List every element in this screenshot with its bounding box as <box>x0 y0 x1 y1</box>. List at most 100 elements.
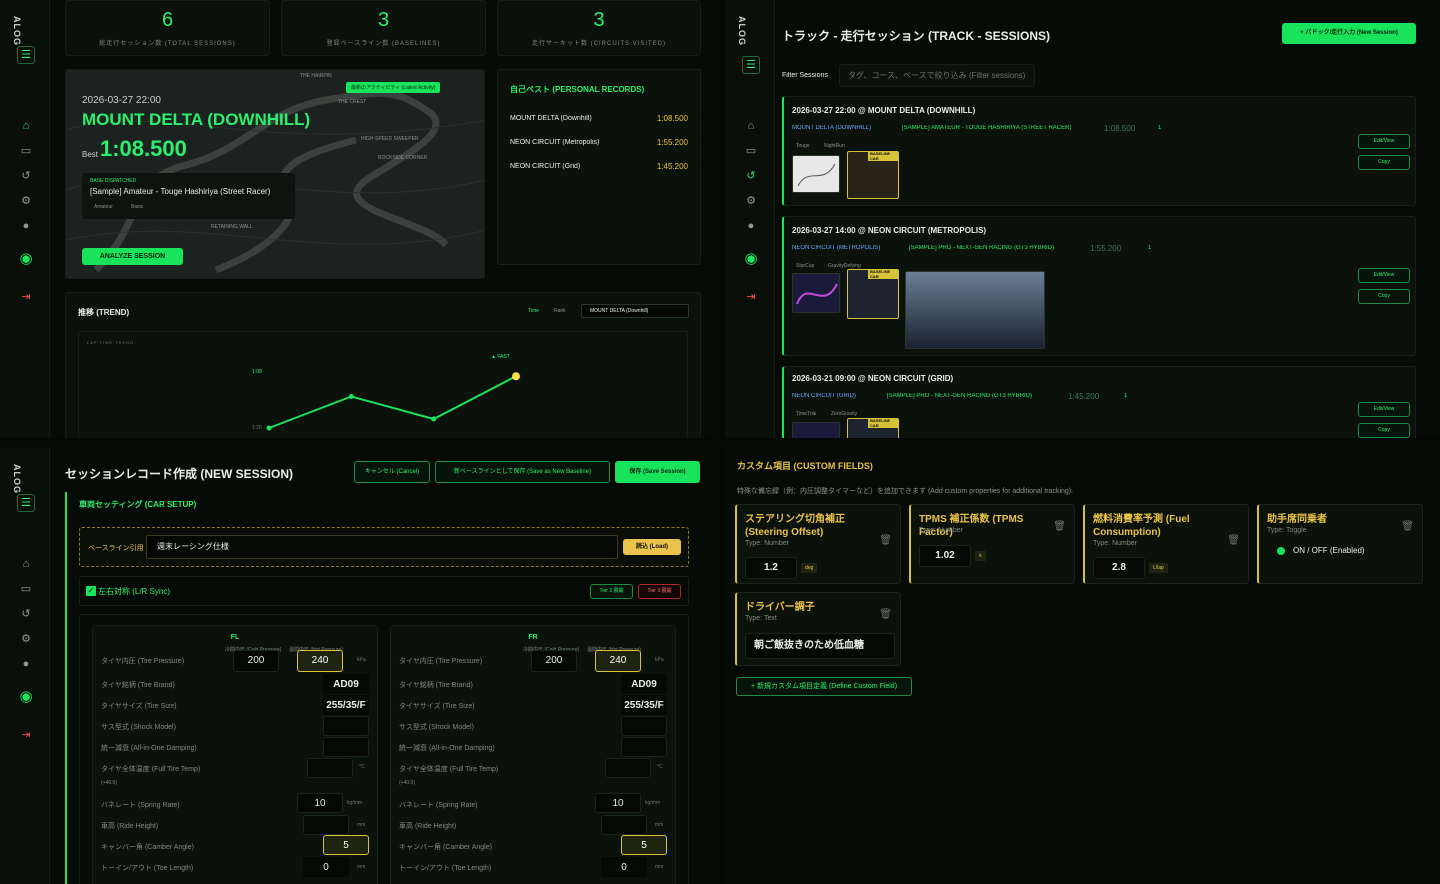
chat-icon[interactable]: ● <box>17 656 35 672</box>
tier2-button[interactable]: Tier 2 展開 <box>590 584 633 599</box>
cancel-button[interactable]: キャンセル (Cancel) <box>354 461 430 483</box>
car-icon[interactable]: ▭ <box>17 143 35 159</box>
logout-icon[interactable]: ⇥ <box>17 289 35 305</box>
tier3-button[interactable]: Tier 3 展開 <box>638 584 681 599</box>
menu-icon[interactable]: ☰ <box>742 56 760 74</box>
save-baseline-button[interactable]: 新ベースラインとして保存 (Save as New Baseline) <box>435 461 610 483</box>
home-icon[interactable]: ⌂ <box>17 556 35 572</box>
trash-icon[interactable]: 🗑 <box>879 535 892 546</box>
toggle-dot[interactable] <box>1277 547 1285 555</box>
user-icon[interactable]: ◉ <box>17 689 35 705</box>
menu-icon[interactable]: ☰ <box>17 494 35 512</box>
gear-icon[interactable]: ⚙ <box>17 631 35 647</box>
trend-point[interactable] <box>348 394 354 399</box>
sync-checkbox[interactable]: ✓ <box>86 586 96 596</box>
user-icon[interactable]: ◉ <box>742 251 760 267</box>
history-icon[interactable]: ↺ <box>17 168 35 184</box>
tire-temp-input[interactable] <box>605 758 651 778</box>
trash-icon[interactable]: 🗑 <box>1227 535 1240 546</box>
field-label: タイヤ銘柄 (Tire Brand) <box>101 682 175 689</box>
gear-icon[interactable]: ⚙ <box>742 193 760 209</box>
car-thumbnail[interactable]: BASELINE CAR <box>847 418 899 438</box>
copy-button[interactable]: Copy <box>1358 155 1410 170</box>
trash-icon[interactable]: 🗑 <box>1401 521 1414 532</box>
filter-label: Filter Sessions <box>782 72 828 79</box>
track-thumbnail[interactable] <box>792 422 840 438</box>
home-icon[interactable]: ⌂ <box>742 118 760 134</box>
field-value-input[interactable]: 朝ご飯抜きのため低血糖 <box>745 633 895 659</box>
ride-height-input[interactable] <box>303 815 349 835</box>
car-thumbnail[interactable]: BASELINE CAR <box>847 269 899 319</box>
edit-button[interactable]: Edit/View <box>1358 268 1410 283</box>
tire-temp-input[interactable] <box>307 758 353 778</box>
user-icon[interactable]: ◉ <box>17 251 35 267</box>
field-label: キャンバー角 (Camber Angle) <box>101 844 194 851</box>
toe-input[interactable]: 0 <box>601 857 647 877</box>
add-custom-field-button[interactable]: + 新規カスタム項目定義 (Define Custom Field) <box>736 677 912 696</box>
tire-size-input[interactable]: 255/35/F <box>323 695 369 715</box>
field-label: タイヤサイズ (Tire Size) <box>399 703 475 710</box>
chat-icon[interactable]: ● <box>742 218 760 234</box>
spring-input[interactable]: 10 <box>595 793 641 813</box>
menu-icon[interactable]: ☰ <box>17 46 35 64</box>
ride-height-input[interactable] <box>601 815 647 835</box>
trend-series-line <box>268 375 517 429</box>
track-thumbnail[interactable] <box>792 273 840 313</box>
tire-size-input[interactable]: 255/35/F <box>621 695 667 715</box>
history-icon[interactable]: ↺ <box>742 168 760 184</box>
history-icon[interactable]: ↺ <box>17 606 35 622</box>
chat-icon[interactable]: ● <box>17 218 35 234</box>
toe-input[interactable]: 0 <box>303 857 349 877</box>
car-thumbnail[interactable]: BASELINE CAR <box>847 151 899 199</box>
tab-time[interactable]: Time <box>528 308 539 314</box>
field-value-input[interactable]: 2.8 <box>1093 557 1145 579</box>
field-value-input[interactable]: 1.2 <box>745 557 797 579</box>
tire-brand-input[interactable]: AD09 <box>621 674 667 694</box>
field-name: 助手席同乗者 <box>1267 514 1327 525</box>
analyze-button[interactable]: ANALYZE SESSION <box>82 248 183 265</box>
car-icon[interactable]: ▭ <box>17 581 35 597</box>
edit-button[interactable]: Edit/View <box>1358 402 1410 417</box>
logout-icon[interactable]: ⇥ <box>17 727 35 743</box>
session-photo[interactable] <box>905 271 1045 349</box>
edit-button[interactable]: Edit/View <box>1358 134 1410 149</box>
base-box[interactable]: BASE DISPATCHED [Sample] Amateur - Touge… <box>82 173 295 219</box>
tire-brand-input[interactable]: AD09 <box>323 674 369 694</box>
damping-input[interactable] <box>621 737 667 757</box>
camber-input[interactable]: 5 <box>323 835 369 855</box>
car-icon[interactable]: ▭ <box>742 143 760 159</box>
trash-icon[interactable]: 🗑 <box>1053 521 1066 532</box>
hot-pressure-input[interactable]: 240 <box>595 650 641 672</box>
trash-icon[interactable]: 🗑 <box>879 609 892 620</box>
new-session-button[interactable]: + パドック/走行入力 (New Session) <box>1282 23 1416 44</box>
filter-input[interactable]: タグ、コース、ベースで絞り込み (Filter sessions) <box>839 64 1035 87</box>
field-value-input[interactable]: 1.02 <box>919 545 971 567</box>
save-session-button[interactable]: 保存 (Save Session) <box>615 461 700 483</box>
camber-input[interactable]: 5 <box>621 835 667 855</box>
load-button[interactable]: 読込 (Load) <box>623 539 681 555</box>
copy-button[interactable]: Copy <box>1358 423 1410 438</box>
session-card[interactable]: 2026-03-27 14:00 @ NEON CIRCUIT (METROPO… <box>782 216 1416 356</box>
stat-value: 6 <box>161 9 174 31</box>
cold-pressure-input[interactable]: 200 <box>233 650 279 672</box>
baseline-select[interactable]: 週末レーシング仕様 <box>146 535 618 559</box>
damping-input[interactable] <box>323 737 369 757</box>
shock-input[interactable] <box>323 716 369 736</box>
trend-point[interactable] <box>266 425 272 431</box>
hot-pressure-input[interactable]: 240 <box>297 650 343 672</box>
shock-input[interactable] <box>621 716 667 736</box>
track-select[interactable]: MOUNT DELTA (Downhill) <box>581 304 689 318</box>
field-type: Type: Number <box>1093 540 1137 547</box>
logout-icon[interactable]: ⇥ <box>742 289 760 305</box>
session-card[interactable]: 2026-03-27 22:00 @ MOUNT DELTA (DOWNHILL… <box>782 96 1416 206</box>
cold-pressure-input[interactable]: 200 <box>531 650 577 672</box>
trend-point[interactable] <box>431 416 437 422</box>
trend-point[interactable] <box>512 372 520 381</box>
gear-icon[interactable]: ⚙ <box>17 193 35 209</box>
home-icon[interactable]: ⌂ <box>17 118 35 134</box>
spring-input[interactable]: 10 <box>297 793 343 813</box>
tab-rank[interactable]: Rank <box>554 308 566 314</box>
copy-button[interactable]: Copy <box>1358 289 1410 304</box>
session-card[interactable]: 2026-03-21 09:00 @ NEON CIRCUIT (GRID) N… <box>782 366 1416 438</box>
track-thumbnail[interactable] <box>792 155 840 193</box>
